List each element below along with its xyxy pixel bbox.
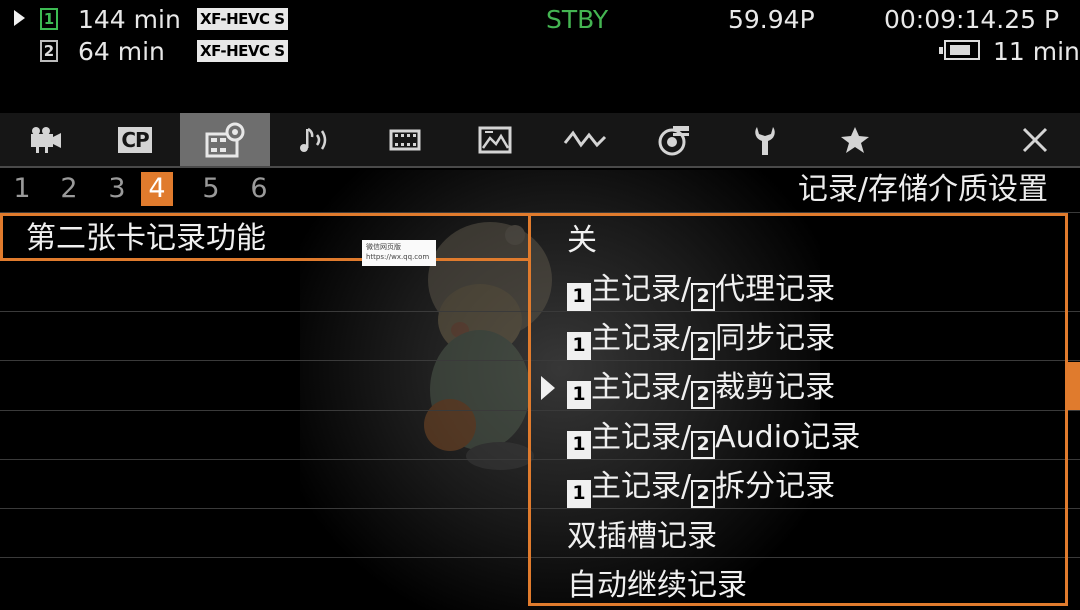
slot2-icon: 2 (691, 431, 716, 459)
option-label: 关 (567, 223, 597, 258)
cp-icon: CP (118, 126, 152, 153)
wrench-icon (755, 126, 775, 155)
frame-rate-label: 59.94P (728, 5, 815, 34)
tab-audio[interactable] (270, 113, 360, 166)
page-2[interactable]: 2 (53, 172, 85, 206)
slot1-icon: 1 (567, 480, 591, 508)
status-bar: 1 144 min XF-HEVC S 2 64 min XF-HEVC S S… (0, 0, 1080, 70)
option-main-audio[interactable]: 1 主记录/2 Audio记录 (567, 413, 860, 462)
menu-page-title: 记录/存储介质设置 (797, 172, 1048, 207)
image-assist-icon (478, 126, 512, 153)
tooltip-url: https://wx.qq.com (366, 253, 430, 261)
page-3[interactable]: 3 (101, 172, 133, 206)
camera-icon (31, 126, 61, 153)
tab-camera[interactable] (0, 113, 90, 166)
option-list: 关 1 主记录/2 代理记录 1 主记录/2 同步记录 1 主记录/2 裁剪记录 1 主记录/… (528, 213, 1068, 606)
option-main-crop[interactable]: 1 主记录/2 裁剪记录 (567, 363, 835, 412)
tabbar-divider (0, 166, 1080, 168)
tab-cp[interactable]: CP (90, 113, 180, 166)
slot1-remaining-time: 144 min (78, 5, 181, 34)
menu-item-second-card-recording[interactable]: 第二张卡记录功能 (0, 213, 530, 260)
page-6[interactable]: 6 (243, 172, 275, 206)
close-menu-button[interactable] (990, 113, 1080, 166)
selected-indicator-icon (541, 376, 555, 400)
tab-image-assist[interactable] (450, 113, 540, 166)
option-text: 拆分记录 (715, 469, 836, 504)
menu-item-label: 第二张卡记录功能 (26, 221, 266, 256)
page-5[interactable]: 5 (195, 172, 227, 206)
tab-setup[interactable] (720, 113, 810, 166)
audio-icon (300, 127, 327, 152)
option-text: 主记录/ (591, 420, 692, 455)
option-main-proxy[interactable]: 1 主记录/2 代理记录 (567, 265, 835, 314)
slot2-remaining-time: 64 min (78, 37, 165, 66)
page-selector: 1 2 3 4 5 6 (0, 170, 700, 210)
tab-my-menu[interactable] (810, 113, 900, 166)
battery-remaining-time: 11 min (993, 37, 1080, 66)
slot1-icon: 1 (567, 431, 591, 459)
timecode-display: 00:09:14.25 P (884, 5, 1060, 34)
option-main-sync[interactable]: 1 主记录/2 同步记录 (567, 314, 835, 363)
slot2-icon: 2 (40, 40, 58, 62)
battery-icon (939, 40, 980, 60)
option-text: 主记录/ (591, 321, 692, 356)
slot1-icon: 1 (567, 381, 591, 409)
option-relay-recording[interactable]: 自动继续记录 (567, 561, 747, 610)
option-label: 双插槽记录 (567, 519, 717, 554)
recording-mode-status: STBY (546, 5, 609, 34)
option-label: 自动继续记录 (567, 568, 747, 603)
tooltip-title: 微信网页版 (366, 243, 401, 251)
slot1-active-icon: 1 (40, 8, 58, 30)
option-dual-slot[interactable]: 双插槽记录 (567, 512, 717, 561)
slot1-icon: 1 (567, 283, 591, 311)
page-4-active[interactable]: 4 (141, 172, 173, 206)
monitoring-icon (658, 125, 689, 155)
option-text: 同步记录 (715, 321, 836, 356)
slot2-icon: 2 (691, 332, 716, 360)
slot1-icon: 1 (567, 332, 591, 360)
menu-tab-bar: CP (0, 113, 1080, 166)
play-indicator-icon (14, 10, 25, 26)
option-main-split[interactable]: 1 主记录/2 拆分记录 (567, 462, 835, 511)
slot2-codec-badge: XF-HEVC S (197, 40, 288, 62)
option-text: 代理记录 (715, 272, 836, 307)
selection-underline (0, 258, 530, 261)
close-icon (1022, 127, 1048, 152)
scrollbar-thumb[interactable] (1067, 362, 1080, 410)
option-text: 裁剪记录 (715, 370, 836, 405)
browser-tooltip-popup: 微信网页版 https://wx.qq.com (362, 240, 436, 266)
recording-setup-icon (205, 122, 245, 157)
waveform-icon (563, 129, 607, 148)
option-text: Audio记录 (715, 420, 861, 455)
option-text: 主记录/ (591, 272, 692, 307)
tab-recording-setup[interactable] (180, 113, 270, 166)
option-off[interactable]: 关 (567, 216, 597, 265)
slot2-icon: 2 (691, 381, 716, 409)
star-icon (841, 126, 869, 153)
tab-monitoring[interactable] (630, 113, 720, 166)
option-text: 主记录/ (591, 469, 692, 504)
tab-waveform[interactable] (540, 113, 630, 166)
option-text: 主记录/ (591, 370, 692, 405)
film-icon (389, 129, 421, 150)
page-1[interactable]: 1 (6, 172, 38, 206)
slot2-icon: 2 (691, 283, 716, 311)
slot1-codec-badge: XF-HEVC S (197, 8, 288, 30)
slot2-icon: 2 (691, 480, 716, 508)
tab-film[interactable] (360, 113, 450, 166)
